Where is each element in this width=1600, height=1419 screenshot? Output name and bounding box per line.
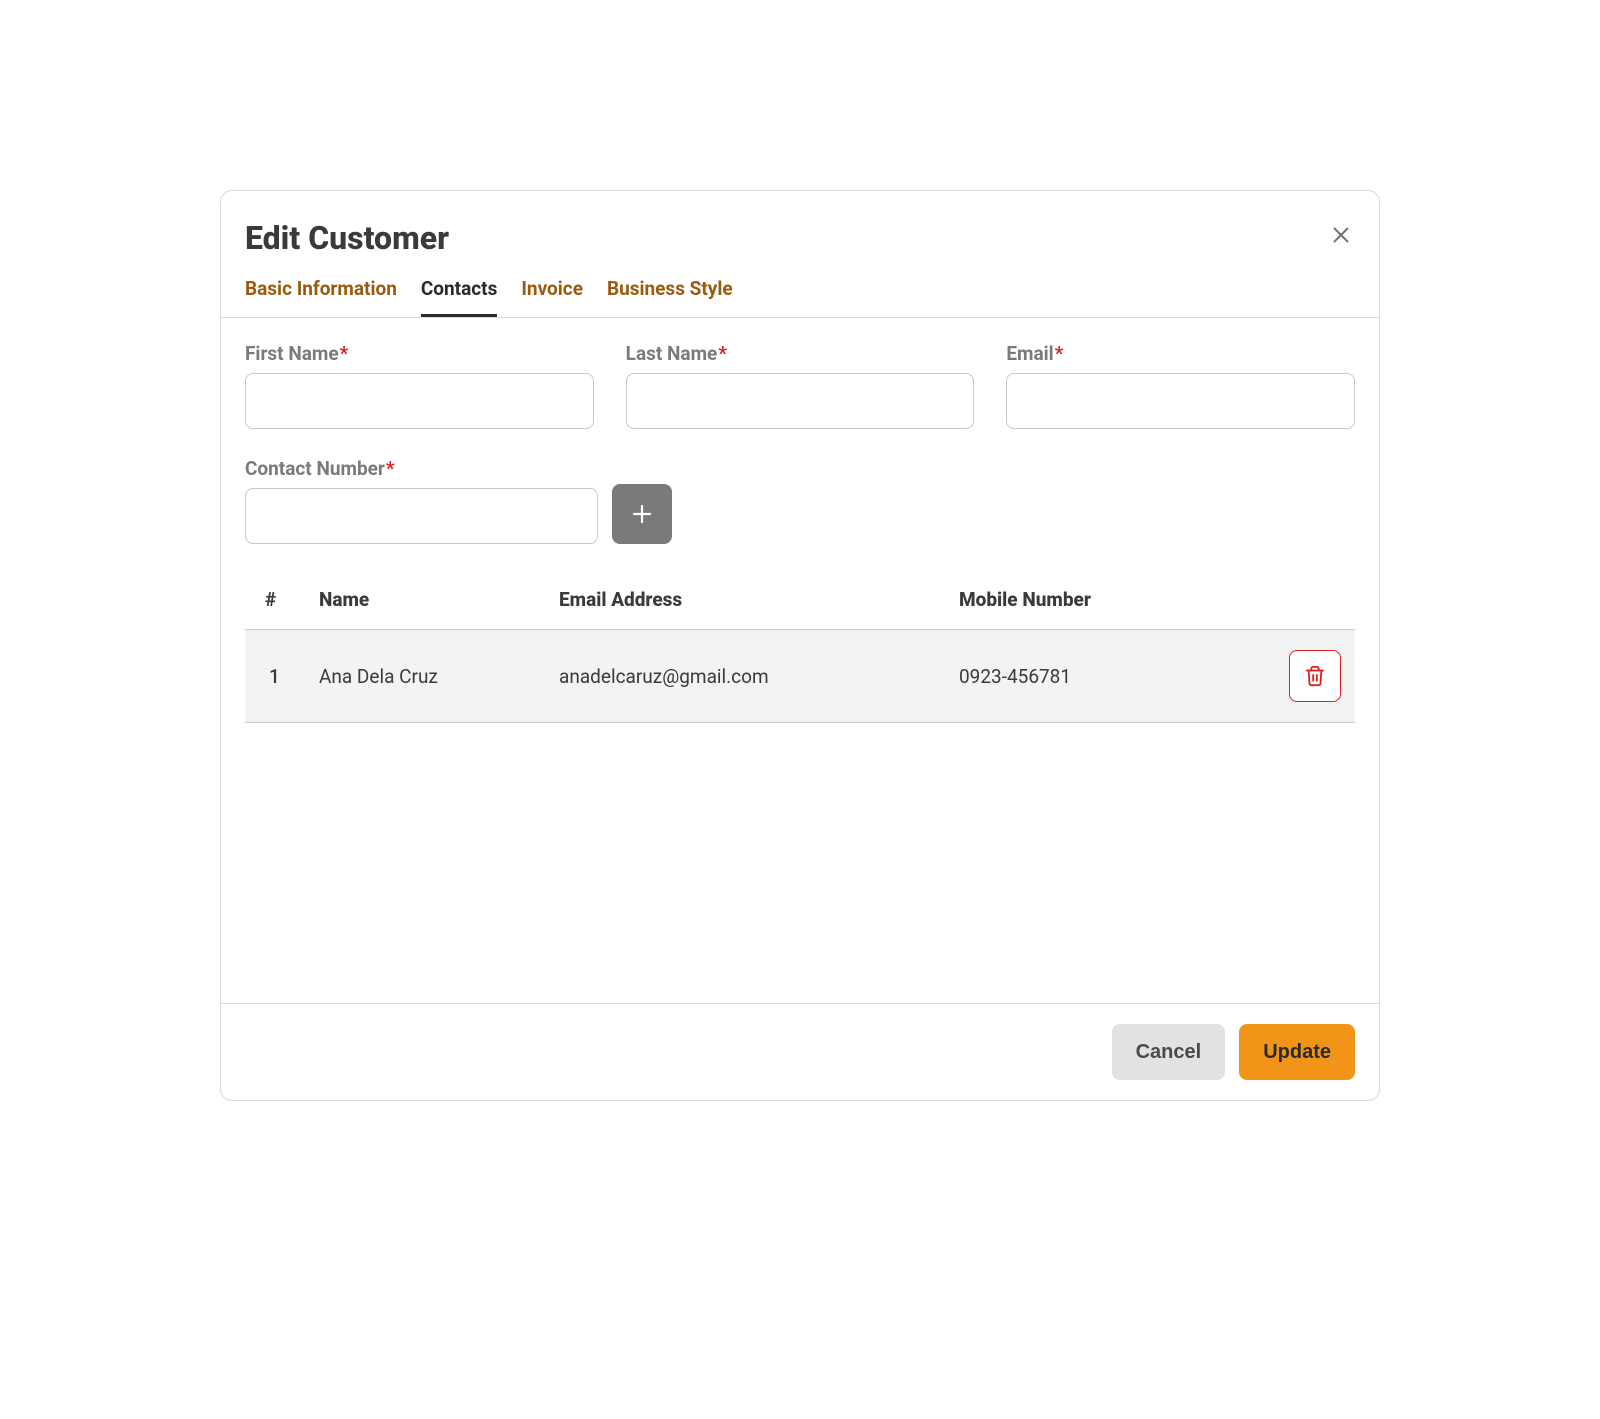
delete-contact-button[interactable]	[1289, 650, 1341, 702]
contacts-table-wrap: # Name Email Address Mobile Number 1 Ana…	[245, 572, 1355, 723]
col-name: Name	[305, 572, 545, 630]
edit-customer-modal: Edit Customer Basic Information Contacts…	[220, 190, 1380, 1101]
col-email: Email Address	[545, 572, 945, 630]
form-group-email: Email *	[1006, 342, 1355, 429]
tabs: Basic Information Contacts Invoice Busin…	[221, 257, 1379, 318]
cell-mobile: 0923-456781	[945, 630, 1275, 723]
tab-business-style[interactable]: Business Style	[607, 277, 733, 317]
required-mark: *	[386, 457, 395, 480]
col-number: #	[245, 572, 305, 630]
form-row-1: First Name * Last Name * Email *	[245, 342, 1355, 429]
form-group-contact-number: Contact Number *	[245, 457, 672, 544]
add-contact-button[interactable]	[612, 484, 672, 544]
col-action	[1275, 572, 1355, 630]
trash-icon	[1304, 665, 1326, 687]
table-body: 1 Ana Dela Cruz anadelcaruz@gmail.com 09…	[245, 630, 1355, 723]
cancel-button[interactable]: Cancel	[1112, 1024, 1226, 1080]
table-head: # Name Email Address Mobile Number	[245, 572, 1355, 630]
tab-basic-information[interactable]: Basic Information	[245, 277, 397, 317]
close-icon	[1330, 224, 1352, 246]
last-name-label: Last Name	[626, 342, 718, 365]
first-name-label-wrap: First Name *	[245, 342, 594, 365]
form-group-first-name: First Name *	[245, 342, 594, 429]
cell-num: 1	[245, 630, 305, 723]
first-name-input[interactable]	[245, 373, 594, 429]
cell-action	[1275, 630, 1355, 723]
form-group-last-name: Last Name *	[626, 342, 975, 429]
tab-invoice[interactable]: Invoice	[521, 277, 583, 317]
modal-title: Edit Customer	[245, 219, 449, 257]
last-name-label-wrap: Last Name *	[626, 342, 975, 365]
contact-number-input[interactable]	[245, 488, 598, 544]
modal-footer: Cancel Update	[221, 1003, 1379, 1100]
first-name-label: First Name	[245, 342, 339, 365]
tab-contacts[interactable]: Contacts	[421, 277, 498, 317]
update-button[interactable]: Update	[1239, 1024, 1355, 1080]
contact-number-label: Contact Number	[245, 457, 385, 480]
email-input[interactable]	[1006, 373, 1355, 429]
required-mark: *	[718, 342, 727, 365]
form-area: First Name * Last Name * Email *	[221, 318, 1379, 723]
col-mobile: Mobile Number	[945, 572, 1275, 630]
modal-header: Edit Customer	[221, 191, 1379, 257]
contact-number-wrap: Contact Number *	[245, 457, 598, 544]
cell-email: anadelcaruz@gmail.com	[545, 630, 945, 723]
contact-number-label-wrap: Contact Number *	[245, 457, 598, 480]
required-mark: *	[340, 342, 349, 365]
contacts-table: # Name Email Address Mobile Number 1 Ana…	[245, 572, 1355, 723]
required-mark: *	[1055, 342, 1064, 365]
plus-icon	[630, 502, 654, 526]
form-row-2: Contact Number *	[245, 457, 1355, 544]
cell-name: Ana Dela Cruz	[305, 630, 545, 723]
close-button[interactable]	[1327, 221, 1355, 249]
email-label-wrap: Email *	[1006, 342, 1355, 365]
last-name-input[interactable]	[626, 373, 975, 429]
table-row: 1 Ana Dela Cruz anadelcaruz@gmail.com 09…	[245, 630, 1355, 723]
email-label: Email	[1006, 342, 1053, 365]
